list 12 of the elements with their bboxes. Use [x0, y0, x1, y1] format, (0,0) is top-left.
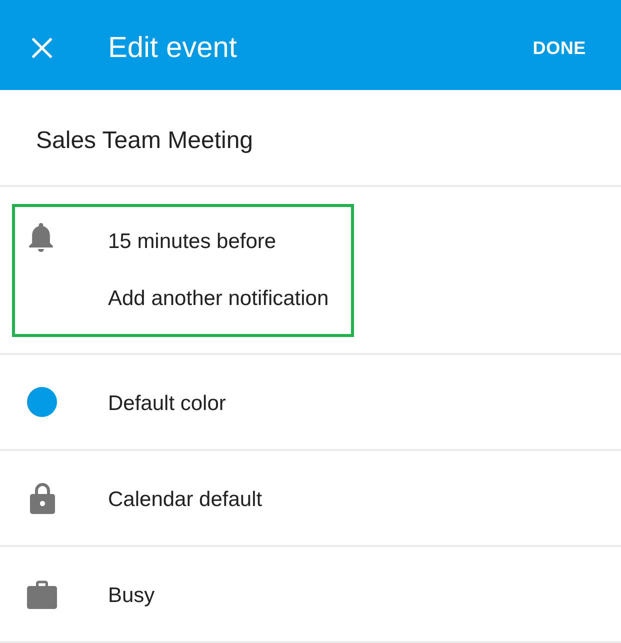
screen-title: Edit event: [108, 32, 237, 64]
briefcase-icon: [27, 580, 57, 608]
close-icon: [32, 38, 52, 58]
color-option[interactable]: Default color: [108, 392, 226, 416]
notification-time[interactable]: 15 minutes before: [108, 230, 329, 254]
lock-icon: [30, 482, 55, 514]
bell-icon: [28, 223, 54, 252]
availability-option[interactable]: Busy: [108, 584, 155, 608]
visibility-option[interactable]: Calendar default: [108, 488, 262, 512]
event-title[interactable]: Sales Team Meeting: [36, 126, 254, 154]
close-button[interactable]: [31, 37, 53, 59]
add-notification-link[interactable]: Add another notification: [108, 287, 329, 311]
